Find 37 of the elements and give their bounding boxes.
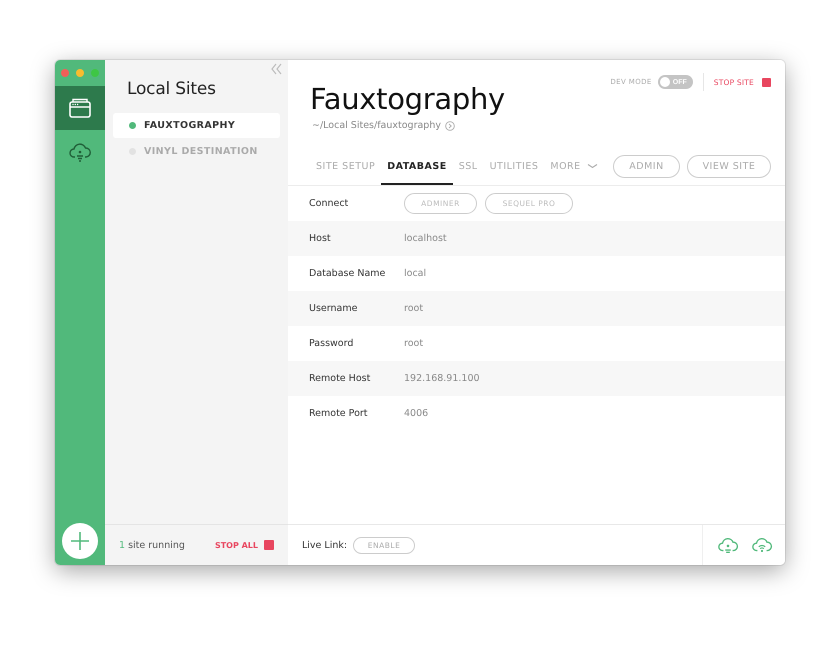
tab[interactable]: SSL — [452, 149, 484, 185]
site-list-item[interactable]: FAUXTOGRAPHY — [113, 113, 280, 138]
tab[interactable]: MORE — [544, 149, 604, 185]
tab[interactable]: SITE SETUP — [310, 149, 382, 185]
tab[interactable]: DATABASE — [381, 149, 453, 185]
field-label: Connect — [309, 198, 350, 209]
field-label: Remote Host — [309, 373, 372, 384]
field-label: Username — [309, 303, 358, 314]
tab[interactable]: UTILITIES — [484, 149, 544, 185]
add-site-button[interactable] — [62, 523, 98, 559]
sites-running-status: 1 site running — [119, 540, 185, 550]
reveal-folder-icon[interactable] — [444, 120, 455, 130]
minimize-window-icon[interactable] — [76, 69, 84, 77]
field-value: 4006 — [404, 408, 428, 419]
live-link-label: Live Link: — [302, 540, 348, 550]
sidebar-title: Local Sites — [127, 79, 217, 99]
sidebar-nav-item[interactable] — [55, 86, 105, 130]
field-label: Database Name — [309, 268, 386, 279]
site-path: ~/Local Sites/fauxtography — [312, 120, 441, 131]
field-value: local — [404, 268, 426, 279]
field-label: Remote Port — [309, 408, 369, 419]
chevron-down-icon — [586, 163, 598, 169]
field-value: 192.168.91.100 — [404, 373, 480, 384]
site-action-button[interactable]: VIEW SITE — [687, 154, 771, 178]
collapse-icon[interactable] — [271, 63, 282, 75]
field-value: root — [404, 303, 424, 314]
plus-icon — [69, 530, 91, 552]
field-value: localhost — [404, 233, 447, 244]
site-action-button[interactable]: ADMIN — [613, 154, 680, 178]
field-label: Password — [309, 338, 354, 349]
stop-all-button[interactable]: STOP ALL — [214, 540, 274, 550]
site-title: Fauxtography — [310, 82, 506, 116]
site-list-item[interactable]: VINYL DESTINATION — [113, 139, 280, 164]
browser-window-icon — [68, 96, 92, 120]
close-window-icon[interactable] — [61, 69, 69, 77]
field-value: root — [404, 338, 424, 349]
field-label: Host — [309, 233, 332, 244]
